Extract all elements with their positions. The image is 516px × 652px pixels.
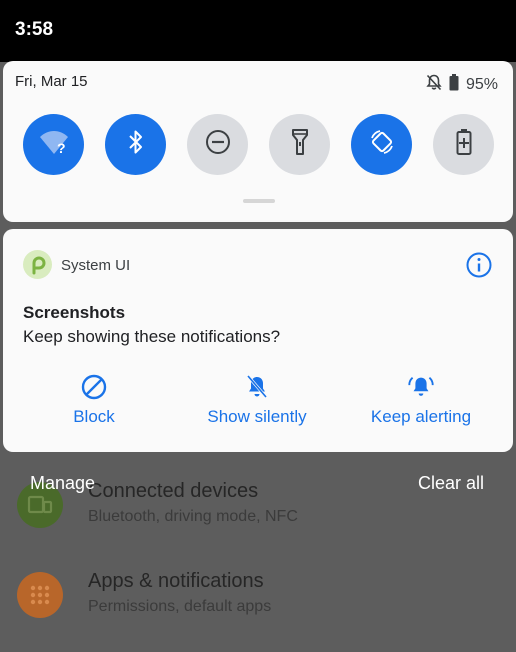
status-time: 3:58 — [15, 19, 54, 40]
notification-body: Keep showing these notifications? — [23, 327, 281, 346]
tile-do-not-disturb[interactable] — [187, 114, 248, 175]
tile-wifi[interactable]: ? — [23, 114, 84, 175]
bluetooth-icon — [127, 129, 145, 160]
tile-bluetooth[interactable] — [105, 114, 166, 175]
keep-alerting-button[interactable]: Keep alerting — [365, 373, 477, 433]
info-icon — [465, 252, 493, 283]
flashlight-icon — [291, 128, 309, 161]
block-button[interactable]: Block — [66, 373, 122, 433]
tile-battery-saver[interactable] — [433, 114, 494, 175]
wifi-unknown-icon: ? — [38, 128, 70, 161]
bell-off-icon — [243, 373, 271, 401]
settings-item-title: Connected devices — [88, 480, 259, 502]
notifications-off-icon — [426, 74, 442, 96]
android-p-app-icon — [23, 250, 52, 279]
settings-item-subtitle: Bluetooth, driving mode, NFC — [88, 508, 298, 525]
show-silently-label: Show silently — [207, 407, 307, 426]
manage-button[interactable]: Manage — [30, 473, 95, 494]
quick-settings-panel: Fri, Mar 15 95% ? — [3, 61, 513, 222]
svg-text:?: ? — [57, 140, 66, 156]
tile-auto-rotate[interactable] — [351, 114, 412, 175]
keep-alerting-label: Keep alerting — [370, 407, 472, 426]
notification-card: System UI Screenshots Keep showing these… — [3, 229, 513, 452]
auto-rotate-icon — [368, 128, 396, 161]
settings-item-title: Apps & notifications — [88, 570, 264, 592]
info-button[interactable] — [465, 251, 493, 279]
block-icon — [80, 373, 108, 401]
show-silently-button[interactable]: Show silently — [198, 373, 316, 433]
bell-ringing-icon — [407, 373, 435, 401]
apps-grid-icon — [17, 572, 63, 618]
clear-all-button[interactable]: Clear all — [418, 473, 484, 494]
qs-date: Fri, Mar 15 — [15, 73, 88, 90]
expand-handle[interactable] — [243, 199, 275, 203]
qs-status-icons: 95% — [426, 74, 498, 96]
battery-percent: 95% — [465, 76, 498, 93]
block-label: Block — [73, 407, 115, 426]
do-not-disturb-icon — [205, 129, 231, 160]
notification-app-name: System UI — [61, 257, 131, 274]
quick-settings-tiles: ? — [23, 114, 494, 176]
status-bar: 3:58 — [0, 0, 516, 62]
battery-saver-icon — [456, 128, 472, 161]
battery-icon — [449, 74, 459, 96]
notification-title: Screenshots — [23, 303, 126, 322]
settings-item-apps-notifications: Apps & notifications Permissions, defaul… — [0, 570, 516, 642]
tile-flashlight[interactable] — [269, 114, 330, 175]
settings-item-subtitle: Permissions, default apps — [88, 598, 272, 615]
